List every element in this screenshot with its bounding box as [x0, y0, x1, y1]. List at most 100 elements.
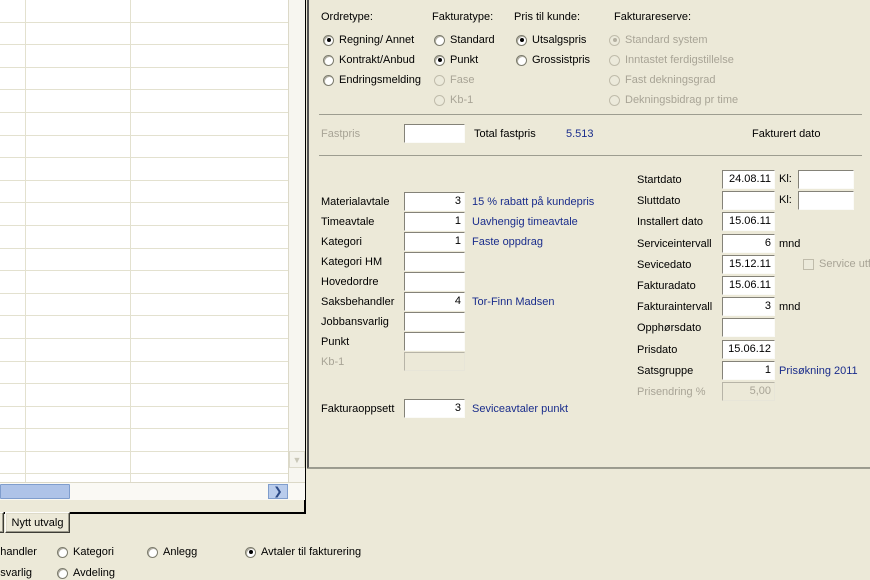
table-row[interactable]	[0, 113, 288, 136]
filter-radio-avtaler-til-fakturering[interactable]: Avtaler til fakturering	[245, 546, 361, 558]
scroll-right-arrow-icon[interactable]: ❯	[268, 484, 288, 499]
label-installert-dato: Installert dato	[637, 216, 704, 228]
radio-button-icon[interactable]	[57, 546, 68, 558]
table-row[interactable]	[0, 90, 288, 113]
input-kategori-hm[interactable]	[404, 252, 465, 271]
label-serviceintervall: Serviceintervall	[637, 238, 712, 250]
table-row[interactable]	[0, 316, 288, 339]
grid-horizontal-scrollbar[interactable]: ❯	[0, 482, 305, 500]
input-punkt[interactable]	[404, 332, 465, 351]
table-row[interactable]	[0, 429, 288, 452]
input-kategori[interactable]: 1	[404, 232, 465, 251]
input-sluttdato[interactable]	[722, 191, 775, 210]
radio-button-icon[interactable]	[516, 34, 527, 46]
input-jobbansvarlig[interactable]	[404, 312, 465, 331]
input-materialavtale[interactable]: 3	[404, 192, 465, 211]
radio-button-icon[interactable]	[323, 54, 334, 66]
table-row[interactable]	[0, 203, 288, 226]
input-saksbehandler[interactable]: 4	[404, 292, 465, 311]
filter-radio-anlegg[interactable]: Anlegg	[147, 546, 197, 558]
filter-radio-behandler[interactable]: behandler	[0, 546, 37, 558]
partial-button[interactable]	[0, 512, 4, 533]
input-installert-dato[interactable]: 15.06.11	[722, 212, 775, 231]
label-prisendring-: Prisendring %	[637, 386, 706, 398]
radio-ordretype-2[interactable]: Endringsmelding	[323, 74, 421, 86]
label-startdato: Startdato	[637, 174, 682, 186]
table-row[interactable]	[0, 158, 288, 181]
radio-pris_til_kunde-0[interactable]: Utsalgspris	[516, 34, 586, 46]
radio-button-icon[interactable]	[57, 567, 68, 579]
label-kl-1: Kl:	[779, 194, 792, 206]
radio-button-icon[interactable]	[323, 34, 334, 46]
radio-button-icon[interactable]	[245, 546, 256, 558]
table-row[interactable]	[0, 362, 288, 385]
input-sevicedato[interactable]: 15.12.11	[722, 255, 775, 274]
table-row[interactable]	[0, 249, 288, 272]
scroll-down-arrow-icon[interactable]: ▼	[289, 451, 305, 468]
label-hovedordre: Hovedordre	[321, 276, 379, 288]
service-utfort-checkbox[interactable]: Service utfø	[803, 258, 870, 270]
input-kl-0[interactable]	[798, 170, 854, 189]
grid-vertical-scrollbar[interactable]: ▼	[288, 0, 305, 482]
table-row[interactable]	[0, 68, 288, 91]
fakturaoppsett-input[interactable]: 3	[404, 399, 465, 418]
filter-radio-kategori[interactable]: Kategori	[57, 546, 114, 558]
records-grid[interactable]	[0, 0, 288, 482]
table-row[interactable]	[0, 45, 288, 68]
label-kategori-hm: Kategori HM	[321, 256, 383, 268]
input-fakturaintervall[interactable]: 3	[722, 297, 775, 316]
group-label-fakturatype: Fakturatype:	[432, 11, 494, 23]
group-label-ordretype: Ordretype:	[321, 11, 373, 23]
input-kl-1[interactable]	[798, 191, 854, 210]
input-prisdato[interactable]: 15.06.12	[722, 340, 775, 359]
radio-label: Fast dekningsgrad	[625, 74, 716, 86]
radio-fakturatype-3: Kb-1	[434, 94, 473, 106]
radio-button-icon[interactable]	[147, 546, 158, 558]
radio-button-icon[interactable]	[434, 34, 445, 46]
radio-label: Kb-1	[450, 94, 474, 106]
input-hovedordre[interactable]	[404, 272, 465, 291]
input-satsgruppe[interactable]: 1	[722, 361, 775, 380]
radio-button-icon[interactable]	[516, 54, 527, 66]
table-row[interactable]	[0, 339, 288, 362]
table-row[interactable]	[0, 271, 288, 294]
radio-button-icon[interactable]	[434, 54, 445, 66]
checkbox-icon[interactable]	[803, 258, 814, 270]
hscroll-thumb[interactable]	[0, 484, 70, 499]
filter-radio-label: Avtaler til fakturering	[261, 546, 362, 558]
table-row[interactable]	[0, 226, 288, 249]
input-timeavtale[interactable]: 1	[404, 212, 465, 231]
input-opph-rsdato[interactable]	[722, 318, 775, 337]
radio-fakturatype-1[interactable]: Punkt	[434, 54, 478, 66]
radio-label: Kontrakt/Anbud	[339, 54, 415, 66]
table-row[interactable]	[0, 407, 288, 430]
table-row[interactable]	[0, 136, 288, 159]
table-row[interactable]	[0, 23, 288, 46]
table-row[interactable]	[0, 452, 288, 475]
table-row[interactable]	[0, 294, 288, 317]
note-timeavtale: Uavhengig timeavtale	[472, 216, 578, 228]
note-kategori: Faste oppdrag	[472, 236, 543, 248]
table-row[interactable]	[0, 0, 288, 23]
radio-ordretype-0[interactable]: Regning/ Annet	[323, 34, 414, 46]
radio-pris_til_kunde-1[interactable]: Grossistpris	[516, 54, 590, 66]
table-row[interactable]	[0, 384, 288, 407]
label-fakturert-dato: Fakturert dato	[752, 128, 821, 140]
radio-fakturatype-0[interactable]: Standard	[434, 34, 495, 46]
radio-ordretype-1[interactable]: Kontrakt/Anbud	[323, 54, 415, 66]
input-fakturadato[interactable]: 15.06.11	[722, 276, 775, 295]
input-startdato[interactable]: 24.08.11	[722, 170, 775, 189]
input-serviceintervall[interactable]: 6	[722, 234, 775, 253]
radio-label: Standard system	[625, 34, 708, 46]
filter-radio-ansvarlig[interactable]: ansvarlig	[0, 567, 32, 579]
radio-fakturareserve-0: Standard system	[609, 34, 708, 46]
fastpris-input[interactable]	[404, 124, 465, 143]
table-row[interactable]	[0, 181, 288, 204]
filter-radio-label: Anlegg	[163, 546, 198, 558]
radio-label: Regning/ Annet	[339, 34, 415, 46]
filter-radio-avdeling[interactable]: Avdeling	[57, 567, 115, 579]
label-kb-1: Kb-1	[321, 356, 345, 368]
radio-button-icon[interactable]	[323, 74, 334, 86]
nytt-utvalg-button[interactable]: Nytt utvalg	[5, 512, 70, 533]
value-total-fastpris: 5.513	[566, 128, 594, 140]
